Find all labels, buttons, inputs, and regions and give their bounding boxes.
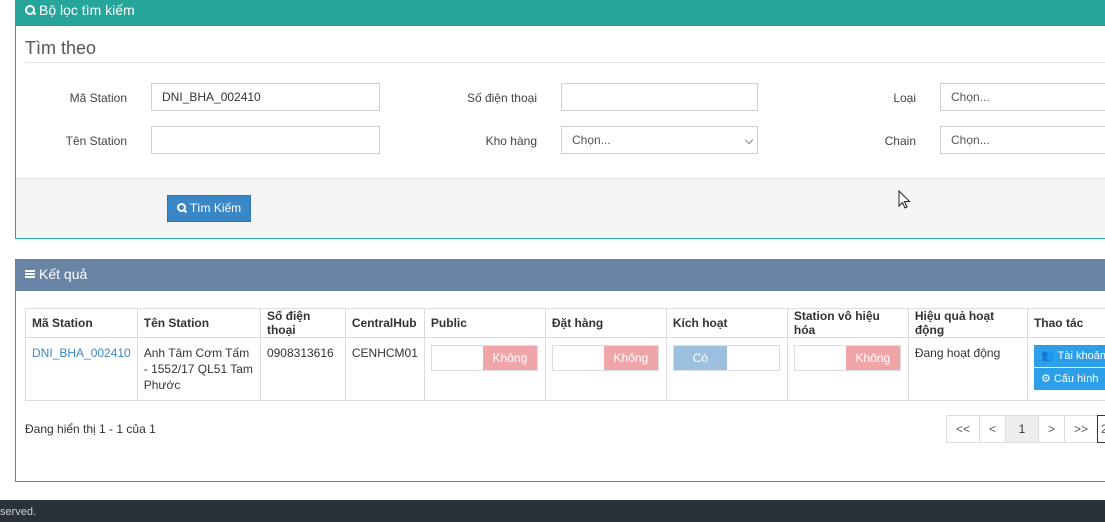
col-kich-hoat[interactable]: Kích hoạt: [665, 308, 788, 338]
search-button[interactable]: Tìm Kiếm: [167, 195, 251, 222]
col-vo-hieu-hoa[interactable]: Station vô hiệu hóa: [786, 308, 909, 338]
search-by-heading: Tìm theo: [25, 38, 97, 58]
public-toggle-state: Không: [482, 346, 537, 370]
kich-hoat-toggle[interactable]: Có: [672, 345, 780, 371]
dat-hang-toggle-state: Không: [603, 346, 658, 370]
config-button-label: Cấu hình: [1053, 373, 1099, 385]
paging-info: Đang hiển thị 1 - 1 của 1: [25, 422, 156, 436]
col-public[interactable]: Public: [423, 308, 546, 338]
ten-station-label: Tên Station: [65, 134, 127, 148]
page-size-select[interactable]: 2: [1097, 415, 1105, 443]
results-panel: Kết quả Mã Station Tên Station Số điện t…: [15, 259, 1105, 482]
ma-station-input[interactable]: DNI_BHA_002410: [151, 83, 380, 111]
last-page-button[interactable]: >>: [1064, 415, 1098, 443]
cell-thao-tac: 👥 Tài khoản ⚙ Cấu hình: [1026, 337, 1105, 401]
prev-page-button[interactable]: <: [979, 415, 1006, 443]
loai-label: Loại: [893, 91, 916, 105]
col-ten-station[interactable]: Tên Station: [136, 308, 261, 338]
search-icon: [25, 5, 35, 16]
first-page-button[interactable]: <<: [946, 415, 980, 443]
col-ma-station[interactable]: Mã Station: [25, 308, 138, 338]
kho-hang-value: Chọn...: [572, 133, 611, 147]
col-dat-hang[interactable]: Đặt hàng: [544, 308, 667, 338]
page-footer: served.: [0, 500, 1105, 522]
account-button-label: Tài khoản: [1057, 350, 1105, 362]
cell-phone: 0908313616: [259, 337, 346, 401]
kich-hoat-toggle-state: Có: [673, 346, 727, 370]
vo-hieu-hoa-toggle-state: Không: [845, 346, 900, 370]
loai-select[interactable]: Chọn...: [940, 83, 1105, 111]
ma-station-label: Mã Station: [69, 91, 127, 105]
config-button[interactable]: ⚙ Cấu hình: [1033, 368, 1105, 390]
account-button[interactable]: 👥 Tài khoản: [1033, 345, 1105, 367]
cell-public: Không: [423, 337, 546, 401]
public-toggle[interactable]: Không: [430, 345, 538, 371]
divider: [25, 62, 1105, 63]
search-icon: [176, 202, 187, 213]
col-thao-tac: Thao tác: [1026, 308, 1105, 338]
results-title: Kết quả: [39, 266, 88, 282]
table-header-row: Mã Station Tên Station Số điện thoại Cen…: [25, 308, 1105, 338]
filter-panel: Bộ lọc tìm kiếm Tìm theo Mã Station DNI_…: [15, 0, 1105, 239]
page-1-button[interactable]: 1: [1005, 415, 1039, 443]
cell-dat-hang: Không: [544, 337, 667, 401]
vo-hieu-hoa-toggle[interactable]: Không: [793, 345, 901, 371]
list-icon: [25, 270, 35, 279]
phone-input[interactable]: [561, 83, 758, 111]
next-page-button[interactable]: >: [1038, 415, 1065, 443]
search-button-label: Tìm Kiếm: [189, 201, 242, 215]
chain-label: Chain: [884, 134, 916, 148]
cell-central-hub: CENHCM01: [344, 337, 425, 401]
ten-station-input[interactable]: [151, 126, 380, 154]
gear-icon: ⚙: [1040, 373, 1051, 385]
col-central-hub[interactable]: CentralHub: [344, 308, 425, 338]
cell-kich-hoat: Có: [665, 337, 788, 401]
cell-ten-station: Anh Tâm Cơm Tấm - 1552/17 QL51 Tam Phước: [136, 337, 261, 401]
kho-hang-select[interactable]: Chọn...: [561, 126, 758, 154]
cell-vo-hieu-hoa: Không: [786, 337, 909, 401]
table-row: DNI_BHA_002410 Anh Tâm Cơm Tấm - 1552/17…: [25, 337, 1105, 401]
filter-footer: Tìm Kiếm: [16, 178, 1105, 238]
filter-title: Bộ lọc tìm kiếm: [39, 2, 135, 18]
cell-ma-station: DNI_BHA_002410: [25, 337, 138, 401]
users-icon: 👥: [1040, 350, 1055, 362]
chain-select[interactable]: Chọn...: [940, 126, 1105, 154]
col-phone[interactable]: Số điện thoại: [259, 308, 346, 338]
station-link[interactable]: DNI_BHA_002410: [32, 346, 131, 360]
kho-hang-label: Kho hàng: [485, 134, 537, 148]
cell-hieu-qua: Đang hoạt động: [907, 337, 1028, 401]
mouse-cursor-icon: [898, 190, 911, 209]
pagination: << < 1 > >> 2: [946, 415, 1105, 443]
results-header: Kết quả: [16, 259, 1105, 291]
filter-header: Bộ lọc tìm kiếm: [16, 0, 1105, 26]
results-table: Mã Station Tên Station Số điện thoại Cen…: [25, 308, 1105, 401]
dat-hang-toggle[interactable]: Không: [551, 345, 659, 371]
chevron-down-icon: [744, 135, 754, 145]
col-hieu-qua[interactable]: Hiệu quả hoạt động: [907, 308, 1028, 338]
phone-label: Số điện thoại: [466, 91, 537, 105]
